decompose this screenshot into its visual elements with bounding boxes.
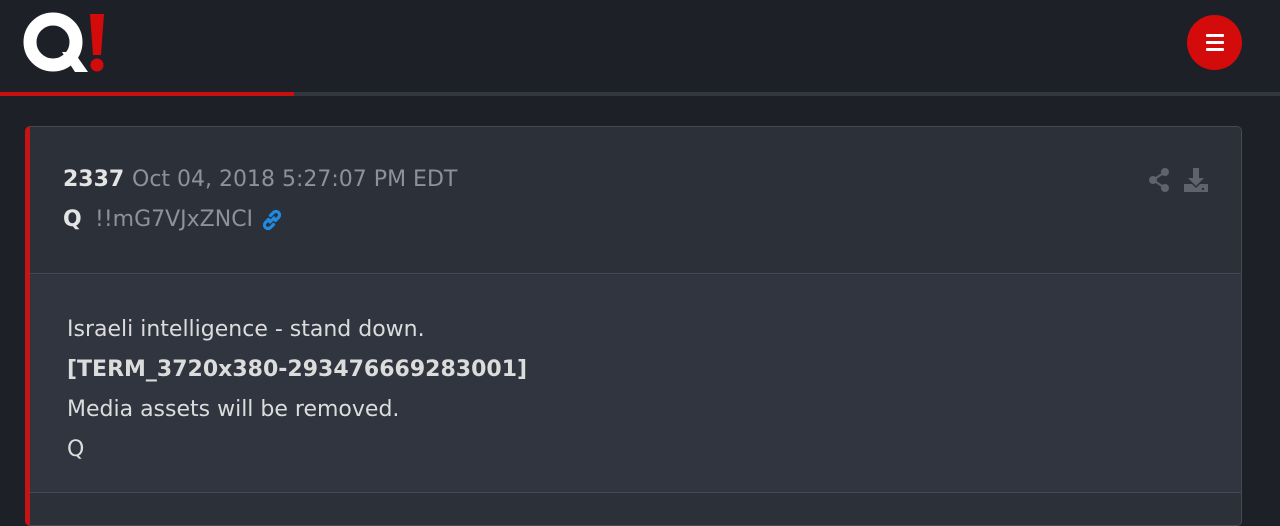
reading-progress-bar: [0, 92, 1280, 96]
post-tripcode: !!mG7VJxZNCI: [95, 207, 254, 232]
post-body: Israeli intelligence - stand down. [TERM…: [30, 275, 1241, 493]
site-header: [0, 0, 1280, 92]
post-card: 2337 Oct 04, 2018 5:27:07 PM EDT Q !!mG7…: [25, 126, 1242, 526]
post-timestamp: Oct 04, 2018 5:27:07 PM EDT: [132, 167, 458, 192]
post-signature: Q: [67, 437, 85, 462]
hamburger-icon: [1206, 34, 1224, 37]
link-icon[interactable]: [259, 207, 285, 233]
post-header: 2337 Oct 04, 2018 5:27:07 PM EDT Q !!mG7…: [30, 127, 1241, 274]
post-author: Q: [63, 207, 82, 232]
q-logo[interactable]: [22, 8, 112, 78]
post-number: 2337: [63, 167, 125, 192]
menu-button[interactable]: [1187, 15, 1242, 70]
post-text-line: Israeli intelligence - stand down.: [67, 317, 425, 342]
post-text-line: Media assets will be removed.: [67, 397, 400, 422]
download-icon[interactable]: [1183, 167, 1209, 193]
post-text-line: [TERM_3720x380-293476669283001]: [67, 357, 528, 382]
share-icon[interactable]: [1147, 167, 1171, 193]
reading-progress-fill: [0, 92, 295, 96]
